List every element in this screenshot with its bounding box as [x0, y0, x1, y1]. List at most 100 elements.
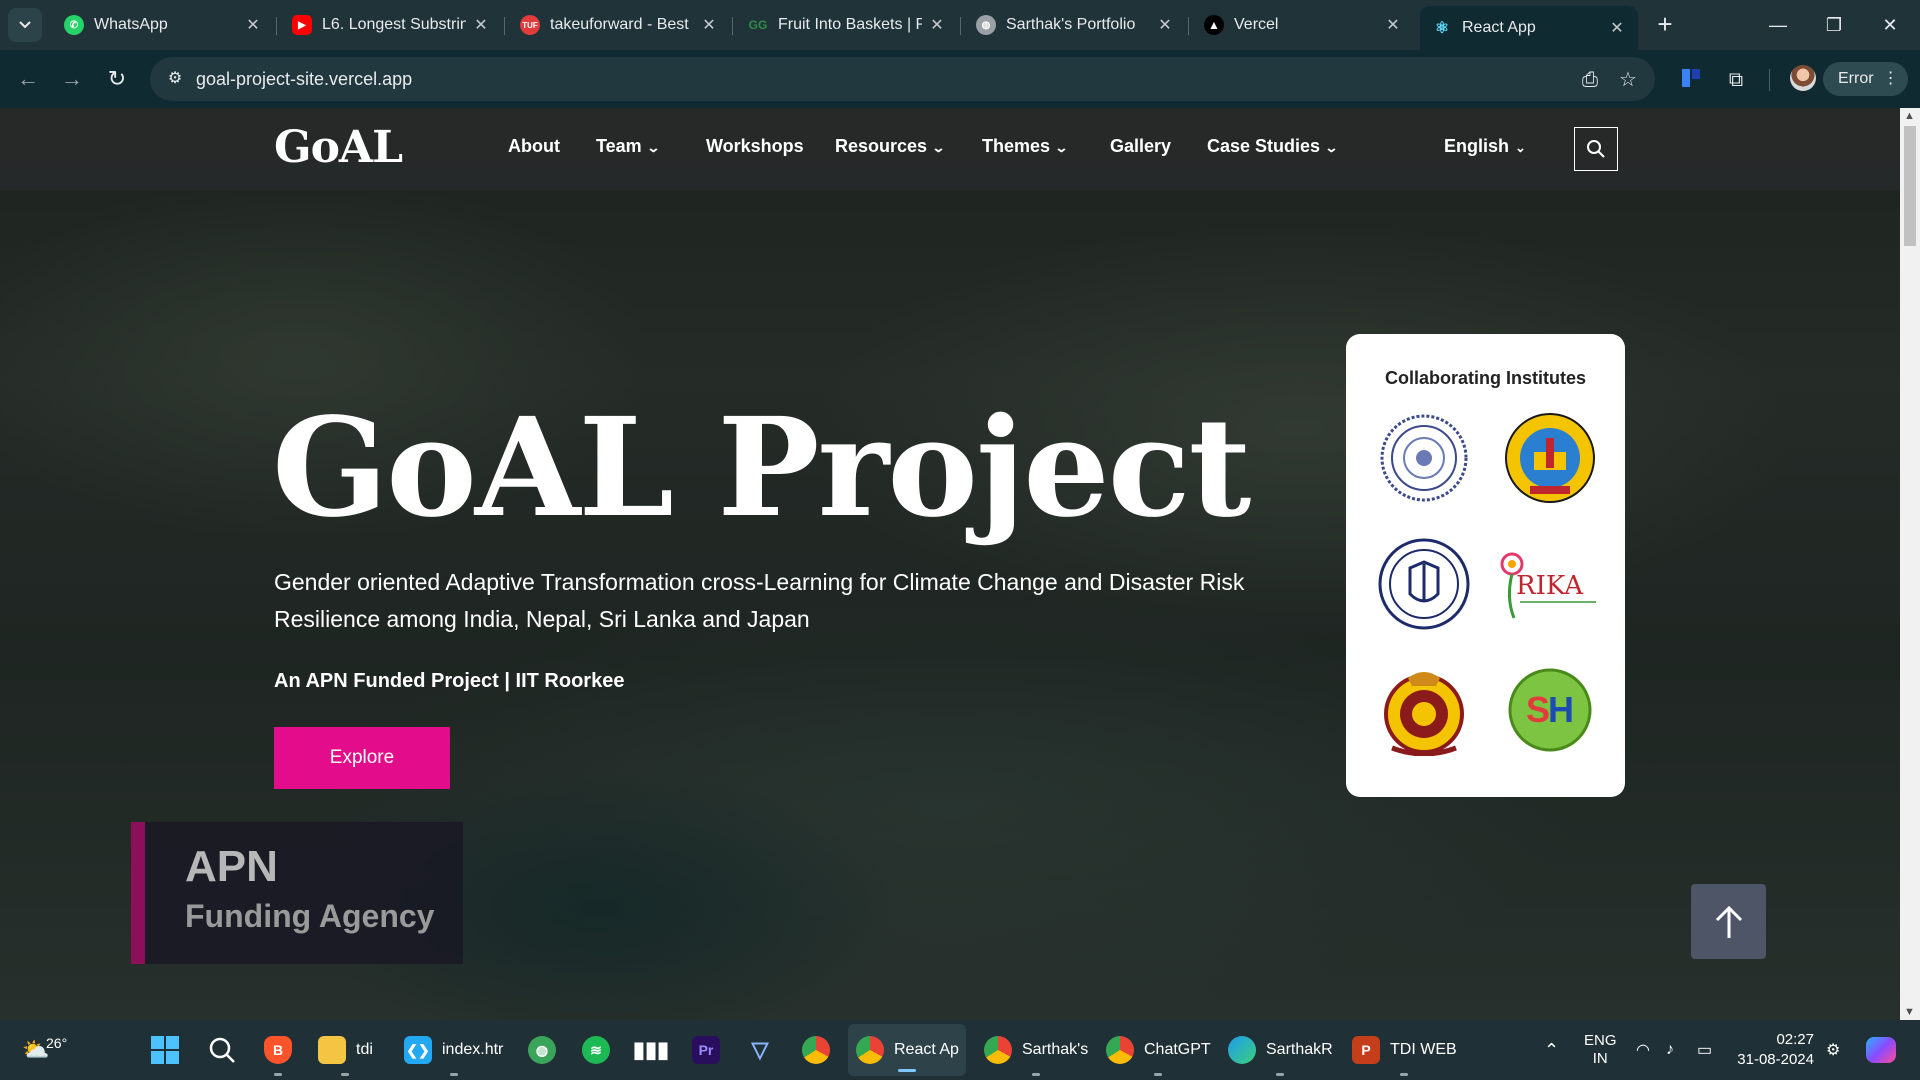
- nav-resources[interactable]: Resources ⌄: [835, 136, 946, 157]
- tray-overflow-chevron-icon[interactable]: ⌃: [1544, 1020, 1559, 1080]
- back-button[interactable]: ←: [12, 63, 44, 95]
- tab-search-button[interactable]: [8, 8, 42, 42]
- science-hub-logo: S H: [1508, 668, 1592, 752]
- vercel-icon: ▲: [1204, 15, 1224, 35]
- taskbar-chatgpt[interactable]: ChatGPT: [1106, 1020, 1211, 1080]
- address-bar[interactable]: ⚙ goal-project-site.vercel.app ⎙ ☆: [150, 57, 1655, 101]
- close-tab-icon[interactable]: ✕: [472, 15, 490, 35]
- scrollbar-thumb[interactable]: [1904, 126, 1916, 246]
- nav-label: Case Studies: [1207, 136, 1321, 156]
- weather-widget[interactable]: ⛅ 26°: [22, 1020, 67, 1080]
- profile-avatar[interactable]: [1790, 65, 1816, 91]
- nav-label: Workshops: [706, 136, 804, 156]
- tab-label: Vercel: [1234, 16, 1279, 33]
- taskbar-react-app[interactable]: React Ap: [848, 1024, 966, 1076]
- clock[interactable]: 02:27 31-08-2024: [1734, 1020, 1814, 1080]
- nav-case-studies[interactable]: Case Studies ⌄: [1207, 136, 1339, 157]
- reload-button[interactable]: ↻: [101, 63, 133, 95]
- wifi-icon[interactable]: ◠: [1636, 1020, 1650, 1080]
- browser-toolbar: ← → ↻ ⚙ goal-project-site.vercel.app ⎙ ☆…: [0, 50, 1920, 108]
- rika-text: RIKA: [1516, 571, 1584, 601]
- close-tab-icon[interactable]: ✕: [244, 15, 262, 35]
- svg-text:H: H: [1548, 689, 1574, 730]
- close-tab-icon[interactable]: ✕: [1384, 15, 1402, 35]
- taskbar-globe-app[interactable]: ◍: [528, 1020, 556, 1080]
- restore-button[interactable]: ❐: [1810, 8, 1858, 42]
- taskbar-edge[interactable]: SarthakR: [1228, 1020, 1333, 1080]
- taskbar-app-v[interactable]: ▽: [746, 1020, 774, 1080]
- taskbar-audio-app[interactable]: ▮▮▮: [632, 1020, 670, 1080]
- tab-separator: [504, 17, 505, 35]
- forward-button[interactable]: →: [56, 63, 88, 95]
- taskbar-search-button[interactable]: [208, 1020, 236, 1080]
- notification-bell-icon[interactable]: ⚙: [1826, 1020, 1840, 1080]
- tab-whatsapp[interactable]: ✆ WhatsApp ✕: [52, 8, 274, 42]
- taskbar-powerpoint[interactable]: P TDI WEB: [1352, 1020, 1457, 1080]
- funding-agency-card: APN Funding Agency: [131, 822, 463, 964]
- input-language-indicator[interactable]: ENG IN: [1584, 1020, 1617, 1080]
- tab-label: Fruit Into Baskets | Pr: [778, 16, 922, 33]
- clock-date: 31-08-2024: [1737, 1051, 1814, 1068]
- language-select[interactable]: English ⌄: [1444, 136, 1526, 157]
- battery-icon[interactable]: ▭: [1697, 1020, 1712, 1080]
- windows-taskbar: ⛅ 26° B tdi ❮❯ index.htr ◍ ≋ ▮▮▮ Pr ▽ Re…: [0, 1020, 1920, 1080]
- nav-workshops[interactable]: Workshops: [706, 136, 804, 157]
- explore-button[interactable]: Explore: [274, 727, 450, 789]
- tab-takeuforward[interactable]: TUF takeuforward - Best C ✕: [508, 8, 730, 42]
- page-scrollbar[interactable]: ▲ ▼: [1900, 108, 1920, 1020]
- nav-team[interactable]: Team ⌄: [596, 136, 660, 157]
- taskbar-spotify[interactable]: ≋: [582, 1020, 610, 1080]
- taskbar-file-explorer[interactable]: tdi: [318, 1020, 373, 1080]
- nav-about[interactable]: About: [508, 136, 560, 157]
- new-tab-button[interactable]: +: [1650, 10, 1680, 40]
- close-tab-icon[interactable]: ✕: [1608, 18, 1626, 38]
- nav-themes[interactable]: Themes ⌄: [982, 136, 1069, 157]
- scroll-up-arrow-icon[interactable]: ▲: [1904, 110, 1915, 122]
- site-logo[interactable]: GoAL: [274, 122, 403, 173]
- tab-vercel[interactable]: ▲ Vercel ✕: [1192, 8, 1414, 42]
- tab-label: Sarthak's Portfolio: [1006, 16, 1136, 33]
- scroll-down-arrow-icon[interactable]: ▼: [1904, 1006, 1915, 1018]
- taskbar-sarthaks[interactable]: Sarthak's: [984, 1020, 1088, 1080]
- arrow-up-icon: [1715, 905, 1742, 938]
- chrome-icon: [1106, 1036, 1134, 1064]
- close-tab-icon[interactable]: ✕: [700, 15, 718, 35]
- tab-geeksforgeeks[interactable]: GG Fruit Into Baskets | Pr ✕: [736, 8, 958, 42]
- volume-icon[interactable]: ♪: [1666, 1020, 1674, 1080]
- search-button[interactable]: [1574, 127, 1618, 171]
- taskbar-vscode[interactable]: ❮❯ index.htr: [404, 1020, 503, 1080]
- url-text[interactable]: goal-project-site.vercel.app: [196, 69, 412, 90]
- equalizer-icon: ▮▮▮: [632, 1037, 670, 1062]
- site-info-icon[interactable]: ⚙: [164, 68, 186, 90]
- extension-trello-icon[interactable]: [1678, 67, 1704, 93]
- nav-label: Themes: [982, 136, 1051, 156]
- search-icon: [1587, 140, 1605, 158]
- takeuforward-icon: TUF: [520, 15, 540, 35]
- copilot-icon[interactable]: [1866, 1020, 1896, 1080]
- chrome-icon: [984, 1036, 1012, 1064]
- start-button[interactable]: [150, 1020, 180, 1080]
- scroll-to-top-button[interactable]: [1691, 884, 1766, 959]
- triangle-app-icon: ▽: [751, 1037, 769, 1062]
- bookmark-star-icon[interactable]: ☆: [1616, 68, 1640, 92]
- install-app-icon[interactable]: ⎙: [1578, 68, 1602, 92]
- spotify-icon: ≋: [582, 1036, 610, 1064]
- close-tab-icon[interactable]: ✕: [928, 15, 946, 35]
- taskbar-label: TDI WEB: [1390, 1041, 1457, 1058]
- clock-time: 02:27: [1776, 1031, 1814, 1048]
- taskbar-brave[interactable]: B: [264, 1020, 292, 1080]
- chevron-down-icon: ⌄: [1515, 140, 1526, 155]
- close-window-button[interactable]: ✕: [1866, 8, 1914, 42]
- chevron-down-icon: [19, 21, 31, 29]
- tab-react-app[interactable]: ⚛ React App ✕: [1420, 6, 1638, 50]
- tab-portfolio[interactable]: ◍ Sarthak's Portfolio ✕: [964, 8, 1186, 42]
- browser-tab-strip: ✆ WhatsApp ✕ ▶ L6. Longest Substring ✕ T…: [0, 0, 1920, 50]
- tab-youtube[interactable]: ▶ L6. Longest Substring ✕: [280, 8, 502, 42]
- taskbar-chrome[interactable]: [802, 1020, 830, 1080]
- error-button[interactable]: Error ⋮: [1823, 62, 1908, 96]
- nav-gallery[interactable]: Gallery: [1110, 136, 1171, 157]
- close-tab-icon[interactable]: ✕: [1156, 15, 1174, 35]
- minimize-button[interactable]: —: [1754, 8, 1802, 42]
- extensions-puzzle-icon[interactable]: ⧉: [1723, 67, 1749, 93]
- taskbar-premiere[interactable]: Pr: [692, 1020, 720, 1080]
